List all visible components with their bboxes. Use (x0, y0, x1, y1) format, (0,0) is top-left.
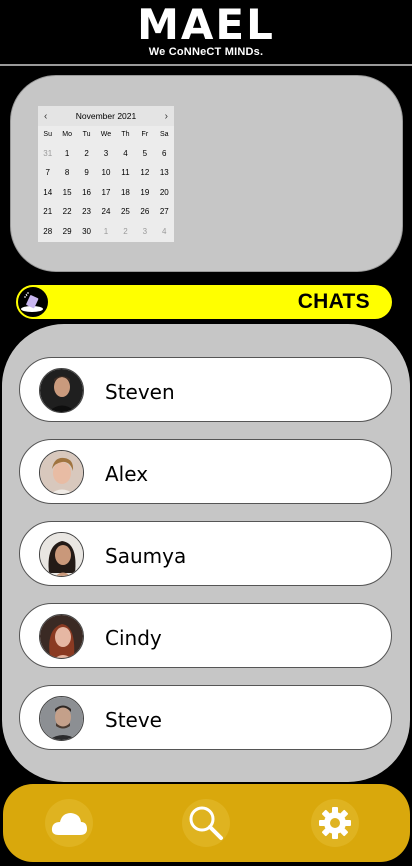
avatar-photo-icon (39, 696, 84, 741)
calendar-day[interactable]: 5 (135, 144, 154, 163)
weekday-label: Tu (82, 131, 91, 138)
weekday-label: Su (43, 131, 52, 138)
calendar-day[interactable]: 13 (155, 163, 174, 182)
chats-header-bar: CHATS (18, 285, 392, 319)
chats-title: CHATS (297, 290, 370, 313)
calendar-day[interactable]: 19 (135, 183, 154, 202)
chat-logo-icon (16, 285, 50, 319)
calendar-day[interactable]: 22 (57, 202, 76, 221)
calendar-day[interactable]: 30 (77, 222, 96, 241)
calendar-day[interactable]: 21 (38, 202, 57, 221)
avatar-photo-icon (39, 532, 84, 577)
chat-item-steven[interactable]: Steven (19, 357, 392, 422)
calendar-day[interactable]: 6 (155, 144, 174, 163)
calendar-day[interactable]: 4 (155, 222, 174, 241)
calendar-day[interactable]: 23 (77, 202, 96, 221)
weekday-label: Fr (141, 131, 149, 138)
app-logo: MAEL (137, 0, 275, 49)
calendar-day[interactable]: 2 (116, 222, 135, 241)
weekday-label: Th (121, 131, 130, 138)
chevron-right-icon[interactable]: › (165, 111, 168, 122)
calendar-day[interactable]: 11 (116, 163, 135, 182)
calendar-day[interactable]: 20 (155, 183, 174, 202)
calendar-day[interactable]: 1 (57, 144, 76, 163)
bottom-nav-bar (3, 784, 410, 862)
calendar-header: ‹ November 2021 › (38, 106, 174, 126)
calendar-day[interactable]: 16 (77, 183, 96, 202)
chat-name: Cindy (105, 626, 162, 650)
calendar-widget: ‹ November 2021 › Su Mo Tu We Th Fr Sa 3… (38, 106, 174, 242)
calendar-day[interactable]: 2 (77, 144, 96, 163)
calendar-day[interactable]: 25 (116, 202, 135, 221)
weekday-label: We (100, 131, 112, 138)
calendar-day[interactable]: 15 (57, 183, 76, 202)
search-icon[interactable] (182, 799, 230, 847)
chevron-left-icon[interactable]: ‹ (44, 111, 47, 122)
calendar-month-label: November 2021 (75, 111, 137, 121)
chat-item-cindy[interactable]: Cindy (19, 603, 392, 668)
calendar-day[interactable]: 14 (38, 183, 57, 202)
chat-name: Alex (105, 462, 149, 486)
calendar-day[interactable]: 31 (38, 144, 57, 163)
calendar-day[interactable]: 3 (96, 144, 115, 163)
chat-name: Steve (105, 708, 162, 732)
calendar-day[interactable]: 7 (38, 163, 57, 182)
calendar-day[interactable]: 1 (96, 222, 115, 241)
calendar-day[interactable]: 8 (57, 163, 76, 182)
calendar-day[interactable]: 9 (77, 163, 96, 182)
calendar-day[interactable]: 3 (135, 222, 154, 241)
calendar-grid: Su Mo Tu We Th Fr Sa 31 1 2 3 4 5 6 7 8 … (38, 126, 174, 241)
weekday-label: Mo (62, 131, 72, 138)
avatar-photo-icon (39, 368, 84, 413)
calendar-day[interactable]: 28 (38, 222, 57, 241)
chat-item-alex[interactable]: Alex (19, 439, 392, 504)
calendar-day[interactable]: 12 (135, 163, 154, 182)
calendar-day[interactable]: 26 (135, 202, 154, 221)
avatar-photo-icon (39, 450, 84, 495)
chat-name: Saumya (105, 544, 187, 568)
gear-icon[interactable] (311, 799, 359, 847)
chat-item-saumya[interactable]: Saumya (19, 521, 392, 586)
calendar-day[interactable]: 18 (116, 183, 135, 202)
calendar-day[interactable]: 29 (57, 222, 76, 241)
cloud-icon[interactable] (45, 799, 93, 847)
chat-name: Steven (105, 380, 175, 404)
chat-item-steve[interactable]: Steve (19, 685, 392, 750)
app-header: MAEL We CoNNeCT MINDs. (0, 0, 412, 66)
avatar-photo-icon (39, 614, 84, 659)
calendar-day[interactable]: 17 (96, 183, 115, 202)
calendar-day[interactable]: 4 (116, 144, 135, 163)
calendar-day[interactable]: 10 (96, 163, 115, 182)
app-tagline: We CoNNeCT MINDs. (148, 46, 264, 58)
calendar-day[interactable]: 27 (155, 202, 174, 221)
weekday-label: Sa (160, 131, 169, 138)
calendar-day[interactable]: 24 (96, 202, 115, 221)
